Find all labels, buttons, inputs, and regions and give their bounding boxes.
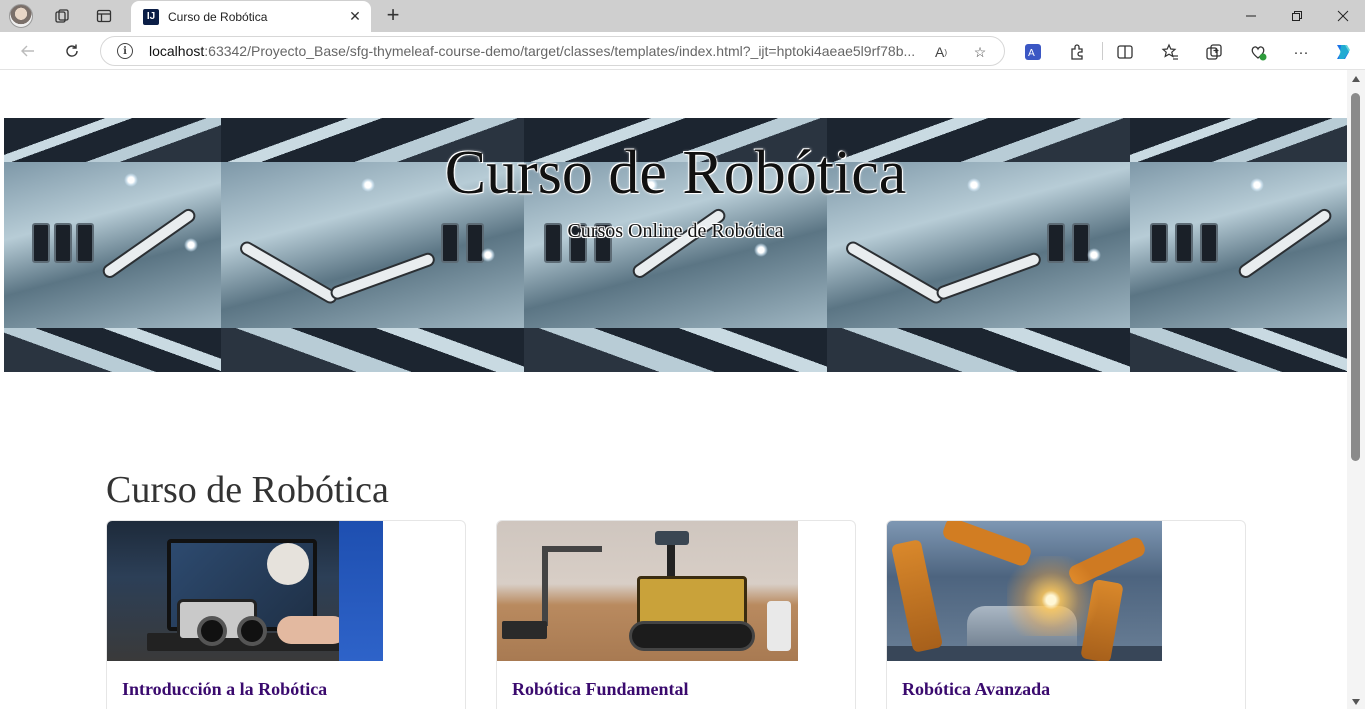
section-title: Curso de Robótica xyxy=(106,469,389,511)
restore-icon[interactable] xyxy=(1274,0,1320,32)
course-image-intro xyxy=(107,521,383,661)
scroll-up-icon[interactable] xyxy=(1352,76,1360,82)
scroll-down-icon[interactable] xyxy=(1352,699,1360,705)
course-title-intro[interactable]: Introducción a la Robótica xyxy=(122,679,327,700)
browser-toolbar: i localhost:63342/Proyecto_Base/sfg-thym… xyxy=(0,32,1365,70)
course-card-advanced[interactable]: Robótica Avanzada xyxy=(886,520,1246,709)
tab-title: Curso de Robótica xyxy=(168,9,268,24)
favorites-icon[interactable] xyxy=(1159,41,1181,63)
address-bar[interactable]: i localhost:63342/Proyecto_Base/sfg-thym… xyxy=(100,36,1005,66)
close-window-icon[interactable] xyxy=(1320,0,1365,32)
url-text[interactable]: localhost:63342/Proyecto_Base/sfg-thymel… xyxy=(149,43,919,59)
course-title-advanced[interactable]: Robótica Avanzada xyxy=(902,679,1050,700)
intellij-favicon-icon: IJ xyxy=(143,8,159,25)
course-card-fundamental[interactable]: Robótica Fundamental xyxy=(496,520,856,709)
copilot-icon[interactable] xyxy=(1332,41,1354,63)
workspaces-icon[interactable] xyxy=(48,4,76,28)
close-tab-icon[interactable]: ✕ xyxy=(345,7,365,27)
split-screen-icon[interactable] xyxy=(1114,41,1136,63)
vertical-tabs-icon[interactable] xyxy=(90,4,118,28)
back-icon[interactable] xyxy=(14,37,42,65)
active-tab[interactable]: IJ Curso de Robótica ✕ xyxy=(131,1,371,32)
profile-avatar[interactable] xyxy=(9,4,33,28)
course-image-fundamental xyxy=(497,521,798,661)
new-tab-icon[interactable]: + xyxy=(381,4,405,28)
browser-essentials-icon[interactable] xyxy=(1247,41,1269,63)
page-viewport: Curso de Robótica Cursos Online de Robót… xyxy=(4,70,1347,709)
course-title-fundamental[interactable]: Robótica Fundamental xyxy=(512,679,689,700)
collections-icon[interactable] xyxy=(1203,41,1225,63)
hero-banner: Curso de Robótica Cursos Online de Robót… xyxy=(4,118,1347,372)
scroll-thumb[interactable] xyxy=(1351,93,1360,461)
course-image-advanced xyxy=(887,521,1162,661)
site-info-icon[interactable]: i xyxy=(117,43,133,59)
translate-icon[interactable]: A xyxy=(1022,41,1044,63)
read-aloud-icon[interactable]: A) xyxy=(931,42,951,62)
minimize-icon[interactable] xyxy=(1228,0,1274,32)
hero-subtitle: Cursos Online de Robótica xyxy=(567,220,784,242)
refresh-icon[interactable] xyxy=(58,37,86,65)
tab-strip: IJ Curso de Robótica ✕ + xyxy=(0,0,1365,32)
course-card-intro[interactable]: Introducción a la Robótica xyxy=(106,520,466,709)
svg-text:A: A xyxy=(1028,48,1035,59)
extensions-icon[interactable] xyxy=(1066,41,1088,63)
page-scrollbar[interactable] xyxy=(1347,70,1365,709)
favorite-star-icon[interactable]: ☆ xyxy=(970,42,990,62)
more-options-icon[interactable]: ··· xyxy=(1290,41,1312,63)
toolbar-divider xyxy=(1102,42,1103,60)
hero-title: Curso de Robótica xyxy=(444,139,907,207)
